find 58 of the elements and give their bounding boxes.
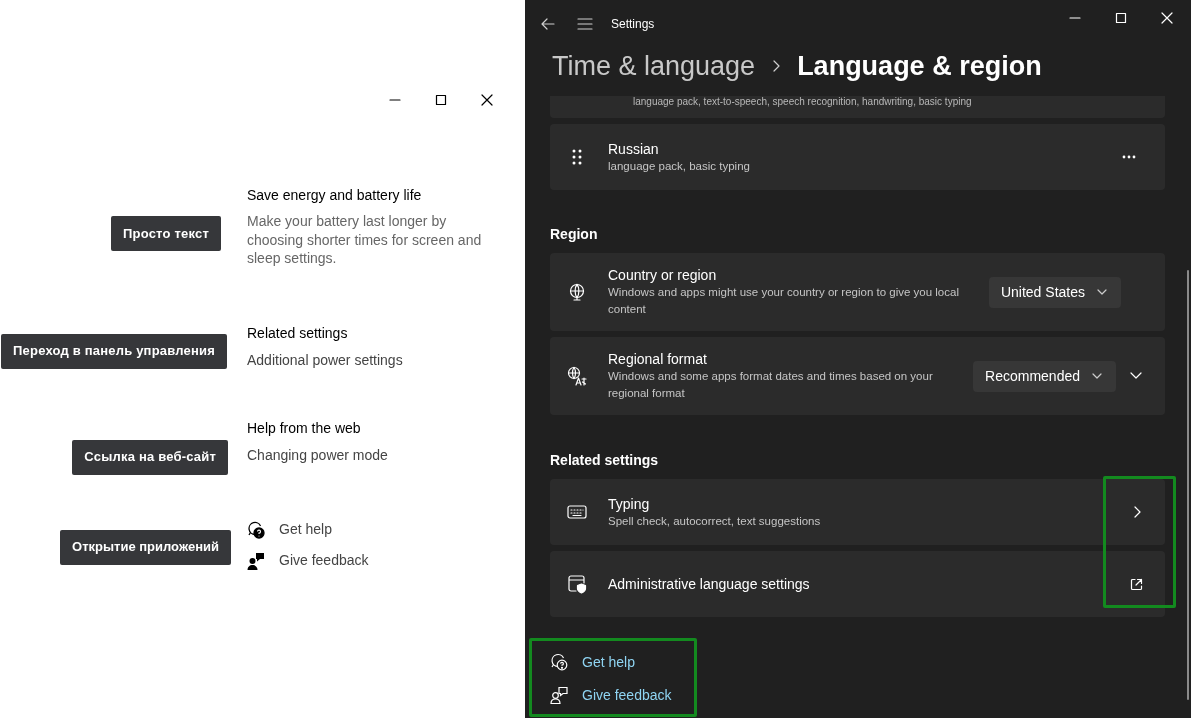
maximize-icon[interactable] [435, 92, 447, 108]
setting-description: Windows and apps might use your country or region to give you local content [608, 285, 960, 317]
globe-icon [567, 282, 587, 302]
section-heading: Help from the web [247, 418, 362, 437]
setting-card[interactable]: Administrative language settings [550, 551, 1165, 617]
setting-title: Russian [608, 139, 659, 158]
scrollbar[interactable] [1187, 270, 1189, 700]
section-heading: Save energy and battery life [247, 186, 423, 204]
section-heading: Related settings [550, 451, 659, 469]
setting-card[interactable]: Country or region Windows and apps might use your country or region to give you local content United States [550, 253, 1165, 331]
setting-description: language pack, basic typing [608, 158, 751, 174]
back-icon[interactable] [541, 17, 555, 31]
dropdown[interactable]: Recommended [973, 360, 1116, 392]
setting-description: Spell check, autocorrect, text suggestions [608, 513, 822, 529]
breadcrumb-item[interactable]: Time & language [552, 48, 756, 84]
setting-description: language pack, text-to-speech, speech recognition, handwriting, basic typing [633, 96, 972, 108]
setting-title: Typing [608, 494, 650, 513]
section-heading: Region [550, 225, 598, 243]
settings-link[interactable]: Additional power settings [247, 350, 403, 369]
expand-icon[interactable] [1130, 372, 1142, 380]
setting-description: Windows and some apps format dates and times based on your regional format [608, 369, 934, 401]
feedback-icon[interactable] [247, 551, 265, 570]
chevron-icon[interactable] [1132, 506, 1142, 518]
window-title: Settings [611, 16, 655, 33]
callout-label: Ссылка на веб-сайт [72, 439, 228, 475]
chevron-icon [771, 59, 782, 73]
section-heading: Related settings [247, 323, 349, 342]
close-icon[interactable] [481, 92, 493, 108]
settings-link[interactable]: Changing power mode [247, 445, 388, 464]
feedback-icon[interactable] [550, 686, 568, 704]
external-link-icon[interactable] [1130, 577, 1143, 591]
chevron-down-icon [1092, 373, 1102, 379]
setting-card[interactable]: Regional format Windows and some apps format dates and times based on your regional format Recommended [550, 337, 1165, 415]
more-icon[interactable] [1122, 155, 1136, 159]
window-shield-icon [567, 574, 587, 594]
help-link[interactable]: Get help [279, 519, 332, 540]
callout-label: Переход в панель управления [1, 333, 227, 369]
breadcrumb-item: Language & region [797, 50, 1042, 83]
description-text: Make your battery last longer by choosing shorter times for screen and sleep settings. [247, 212, 483, 268]
help-icon[interactable] [550, 653, 568, 671]
help-icon[interactable] [247, 520, 265, 539]
help-link[interactable]: Give feedback [279, 550, 369, 571]
setting-card[interactable]: Russian language pack, basic typing [550, 124, 1165, 190]
callout-label: Открытие приложений [60, 529, 231, 565]
setting-title: Country or region [608, 266, 717, 284]
setting-card[interactable]: Typing Spell check, autocorrect, text suggestions [550, 479, 1165, 545]
dropdown[interactable]: United States [988, 276, 1121, 308]
help-link[interactable]: Get help [582, 651, 635, 673]
setting-title: Regional format [608, 350, 707, 368]
chevron-down-icon [1097, 289, 1107, 295]
callout-label: Просто текст [111, 216, 221, 251]
language-format-icon [567, 366, 587, 386]
keyboard-icon [567, 502, 587, 522]
setting-title: Administrative language settings [608, 575, 810, 593]
help-link[interactable]: Give feedback [582, 684, 672, 706]
menu-icon[interactable] [577, 18, 593, 30]
maximize-icon[interactable] [1115, 12, 1127, 24]
close-icon[interactable] [1161, 12, 1173, 24]
